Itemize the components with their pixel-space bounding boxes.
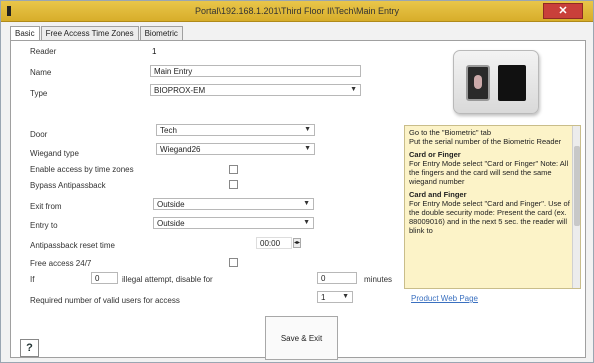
keypad-graphic [498, 65, 526, 101]
entry-to-label: Entry to [30, 221, 58, 230]
bypass-antipassback-label: Bypass Antipassback [30, 181, 106, 190]
help-card-and-finger-title: Card and Finger [409, 190, 467, 199]
type-label: Type [30, 89, 48, 98]
tab-free-access-time-zones[interactable]: Free Access Time Zones [40, 26, 139, 40]
illegal-attempts-input[interactable]: 0 [91, 272, 118, 284]
door-select[interactable]: Tech ▼ [156, 124, 315, 136]
door-select-value: Tech [160, 126, 177, 135]
product-web-page-link[interactable]: Product Web Page [411, 294, 478, 303]
exit-from-select-value: Outside [157, 200, 185, 209]
tab-basic[interactable]: Basic [10, 26, 40, 41]
disable-minutes-input[interactable]: 0 [317, 272, 357, 284]
help-card-or-finger-text: For Entry Mode select "Card or Finger" N… [409, 159, 569, 186]
type-select-value: BIOPROX-EM [154, 86, 206, 95]
help-intro-1: Go to the "Biometric" tab [409, 128, 492, 137]
free-access-checkbox[interactable] [229, 258, 238, 267]
enable-access-checkbox[interactable] [229, 165, 238, 174]
exit-from-label: Exit from [30, 202, 62, 211]
entry-to-select[interactable]: Outside ▼ [153, 217, 314, 229]
help-intro-2: Put the serial number of the Biometric R… [409, 137, 562, 146]
tab-bar: Basic Free Access Time Zones Biometric [10, 26, 184, 41]
reader-label: Reader [30, 47, 57, 56]
wiegand-select[interactable]: Wiegand26 ▼ [156, 143, 315, 155]
wiegand-select-value: Wiegand26 [160, 145, 201, 154]
save-exit-button[interactable]: Save & Exit [265, 316, 338, 360]
basic-panel: Reader 1 Name Main Entry Type BIOPROX-EM… [10, 40, 586, 360]
required-users-label: Required number of valid users for acces… [30, 296, 180, 305]
title-bar: Portal\192.168.1.201\Third Floor II\Tech… [1, 1, 593, 22]
help-scrollbar[interactable] [572, 126, 580, 288]
main-window: Portal\192.168.1.201\Third Floor II\Tech… [0, 0, 594, 363]
free-access-label: Free access 24/7 [30, 259, 92, 268]
name-label: Name [30, 68, 52, 77]
illegal-attempt-label: illegal attempt, disable for [122, 275, 213, 284]
type-select[interactable]: BIOPROX-EM ▼ [150, 84, 361, 96]
if-label: If [30, 275, 35, 284]
chevron-down-icon: ▼ [342, 293, 349, 300]
chevron-down-icon: ▼ [304, 145, 311, 152]
biometric-reader-image [453, 50, 539, 114]
enable-access-label: Enable access by time zones [30, 165, 134, 174]
help-card-or-finger-title: Card or Finger [409, 150, 461, 159]
chevron-down-icon: ▼ [350, 86, 357, 93]
bypass-antipassback-checkbox[interactable] [229, 180, 238, 189]
name-input[interactable]: Main Entry [150, 65, 361, 77]
help-text: Go to the "Biometric" tab Put the serial… [409, 128, 573, 239]
entry-to-select-value: Outside [157, 219, 185, 228]
tab-biometric[interactable]: Biometric [139, 26, 183, 40]
reader-graphic [466, 65, 490, 101]
chevron-down-icon: ▼ [303, 200, 310, 207]
window-title: Portal\192.168.1.201\Third Floor II\Tech… [194, 6, 400, 16]
wiegand-label: Wiegand type [30, 149, 79, 158]
close-button[interactable]: ✕ [543, 3, 583, 19]
antipassback-reset-time-input[interactable]: 00:00 [256, 237, 292, 249]
required-users-select-value: 1 [321, 293, 326, 302]
minutes-label: minutes [364, 275, 393, 284]
required-users-select[interactable]: 1 ▼ [317, 291, 353, 303]
chevron-down-icon: ▼ [303, 219, 310, 226]
antipassback-reset-label: Antipassback reset time [30, 241, 115, 250]
door-label: Door [30, 130, 48, 139]
help-button[interactable]: ? [20, 339, 39, 357]
time-stepper[interactable]: ◂▸ [293, 238, 301, 248]
chevron-down-icon: ▼ [304, 126, 311, 133]
reader-value: 1 [152, 47, 157, 56]
help-panel[interactable]: Go to the "Biometric" tab Put the serial… [404, 125, 581, 289]
scrollbar-thumb[interactable] [574, 146, 580, 226]
help-card-and-finger-text: For Entry Mode select "Card and Finger".… [409, 199, 570, 235]
exit-from-select[interactable]: Outside ▼ [153, 198, 314, 210]
